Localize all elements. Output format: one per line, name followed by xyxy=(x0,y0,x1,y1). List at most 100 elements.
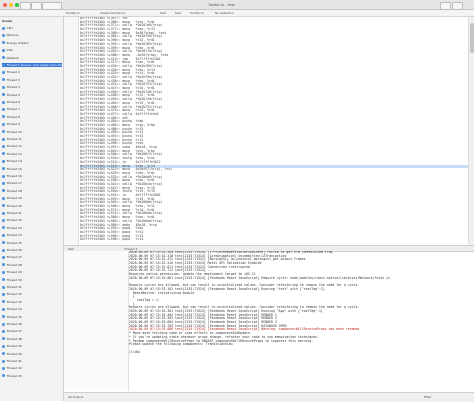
sidebar-row[interactable]: Thread 19 xyxy=(2,196,62,200)
inspector-toggle-button[interactable] xyxy=(452,1,463,10)
sidebar-row[interactable]: CPU xyxy=(2,26,62,30)
sidebar-row[interactable]: Thread 20 xyxy=(2,204,62,208)
thread-icon xyxy=(2,33,5,37)
sidebar-row[interactable]: Thread 38 xyxy=(2,337,62,341)
breadcrumb-1[interactable]: test xyxy=(160,11,166,15)
breadcrumb-3[interactable]: Tooltip.m xyxy=(190,11,204,15)
sidebar-row-label: Thread 27 xyxy=(6,255,22,260)
sidebar-row[interactable]: Network xyxy=(2,56,62,60)
thread-icon xyxy=(2,48,5,52)
sidebar-row-label: Thread 43 xyxy=(6,373,22,378)
sidebar-row[interactable]: Thread 16 xyxy=(2,174,62,178)
sidebar-row[interactable]: Thread 1 Queue: com.apple.main-thread xyxy=(2,63,62,67)
sidebar-row[interactable]: Thread 40 xyxy=(2,352,62,356)
sidebar-row[interactable]: Thread 30 xyxy=(2,278,62,282)
zoom-window-button[interactable] xyxy=(15,2,19,7)
thread-icon xyxy=(2,130,5,134)
sidebar-row[interactable]: Thread 43 xyxy=(2,374,62,378)
sidebar-row[interactable]: Thread 29 xyxy=(2,270,62,274)
debug-bar-target[interactable]: test xyxy=(68,247,74,251)
code-line: 0x7fffffe34b5 <+598>: popq %r14 xyxy=(80,237,144,242)
sidebar-row[interactable]: Thread 12 xyxy=(2,144,62,148)
sidebar-row-label: Thread 17 xyxy=(6,181,22,186)
console-output[interactable]: 2020-06-09 07:15:52.204 test[2153:71524]… xyxy=(129,251,469,391)
sidebar-row-label: Thread 8 xyxy=(6,114,20,119)
thread-icon xyxy=(2,204,5,208)
sidebar-row[interactable]: Thread 35 xyxy=(2,315,62,319)
close-window-button[interactable] xyxy=(3,2,7,7)
sidebar-row[interactable]: Thread 28 xyxy=(2,263,62,267)
sidebar-row[interactable]: Thread 21 xyxy=(2,211,62,215)
sidebar-row-label: Thread 20 xyxy=(6,203,22,208)
sidebar-row[interactable]: Thread 5 xyxy=(2,93,62,97)
sidebar-row[interactable]: Thread 13 xyxy=(2,152,62,156)
sidebar-row[interactable]: Thread 23 xyxy=(2,226,62,230)
sidebar-row[interactable]: Thread 15 xyxy=(2,167,62,171)
disassembly-editor[interactable]: 0x7fffffe34b5 <+367>: ret 0x7fffffe34b5 <… xyxy=(80,17,474,245)
thread-icon xyxy=(2,241,5,245)
sidebar-row[interactable]: Thread 9 xyxy=(2,122,62,126)
sidebar-row[interactable]: Thread 2 xyxy=(2,70,62,74)
filter-field[interactable]: Filter xyxy=(424,395,431,399)
breadcrumb-4[interactable]: No Selection xyxy=(215,11,234,15)
sidebar-row-label: Thread 19 xyxy=(6,196,22,201)
thread-icon xyxy=(2,63,5,67)
tab-tooltip[interactable]: Tooltip.m xyxy=(66,11,80,15)
sidebar-row[interactable]: Thread 4 xyxy=(2,85,62,89)
sidebar-row[interactable]: Thread 3 xyxy=(2,78,62,82)
sidebar-row[interactable]: Thread 10 xyxy=(2,130,62,134)
sidebar-row[interactable]: Thread 41 xyxy=(2,359,62,363)
navigator-toggle-button[interactable] xyxy=(440,1,451,10)
sidebar-row-label: Thread 26 xyxy=(6,248,22,252)
debug-bar-thread[interactable]: Thread 1 xyxy=(124,247,137,251)
editor-scrollbar[interactable] xyxy=(468,17,474,245)
sidebar-row-label: Thread 22 xyxy=(6,218,22,223)
sidebar-row[interactable]: Thread 36 xyxy=(2,322,62,326)
sidebar-row[interactable]: Disk xyxy=(2,48,62,52)
sidebar-row[interactable]: Energy Impact xyxy=(2,41,62,45)
sidebar-row[interactable]: Thread 17 xyxy=(2,181,62,185)
sidebar-row[interactable]: Thread 6 xyxy=(2,100,62,104)
sidebar-row[interactable]: Thread 34 xyxy=(2,307,62,311)
sidebar-row-label: Energy Impact xyxy=(6,40,29,45)
thread-icon xyxy=(2,167,5,171)
sidebar-row[interactable]: Thread 42 xyxy=(2,366,62,370)
sidebar-row-label: Thread 33 xyxy=(6,299,22,304)
sidebar-row[interactable]: Thread 37 xyxy=(2,329,62,333)
sidebar-row[interactable]: Thread 7 xyxy=(2,107,62,111)
sidebar-row-label: Thread 32 xyxy=(6,292,22,297)
sidebar-row[interactable]: Thread 27 xyxy=(2,255,62,259)
sidebar-row[interactable]: Thread 11 xyxy=(2,137,62,141)
minimize-window-button[interactable] xyxy=(9,2,13,7)
sidebar-row-label: Thread 40 xyxy=(6,351,22,356)
sidebar-row[interactable]: Thread 33 xyxy=(2,300,62,304)
sidebar-row[interactable]: Thread 18 xyxy=(2,189,62,193)
run-button[interactable] xyxy=(20,1,31,10)
tab-viewcontroller[interactable]: ViewController.m xyxy=(100,11,125,15)
sidebar-row[interactable]: Thread 26 xyxy=(2,248,62,252)
sidebar-row[interactable]: Thread 31 xyxy=(2,285,62,289)
sidebar-row-label: Thread 4 xyxy=(6,85,20,90)
scheme-selector[interactable] xyxy=(42,1,62,10)
output-selector[interactable]: All Output xyxy=(68,395,83,399)
stop-button[interactable] xyxy=(31,1,42,10)
sidebar-row-label: Thread 30 xyxy=(6,277,22,282)
sidebar-row-label: Memory xyxy=(6,33,19,38)
sidebar-row[interactable]: Thread 32 xyxy=(2,292,62,296)
breadcrumb-2[interactable]: test xyxy=(175,11,181,15)
editor-tab-bar: Tooltip.m ViewController.m test test Too… xyxy=(0,10,474,17)
sidebar-row[interactable]: Thread 8 xyxy=(2,115,62,119)
sidebar-row-label: Thread 16 xyxy=(6,174,22,178)
thread-icon xyxy=(2,85,5,89)
thread-icon xyxy=(2,329,5,333)
sidebar-row[interactable]: Thread 14 xyxy=(2,159,62,163)
sidebar-row[interactable]: Thread 22 xyxy=(2,218,62,222)
sidebar-row[interactable]: Thread 25 xyxy=(2,241,62,245)
thread-icon xyxy=(2,292,5,296)
sidebar-row[interactable]: Memory xyxy=(2,33,62,37)
sidebar-row-label: Thread 29 xyxy=(6,270,22,275)
scrollbar-thumb[interactable] xyxy=(470,23,474,53)
sidebar-row[interactable]: Thread 39 xyxy=(2,344,62,348)
sidebar-row[interactable]: Thread 24 xyxy=(2,233,62,237)
thread-icon xyxy=(2,26,5,30)
